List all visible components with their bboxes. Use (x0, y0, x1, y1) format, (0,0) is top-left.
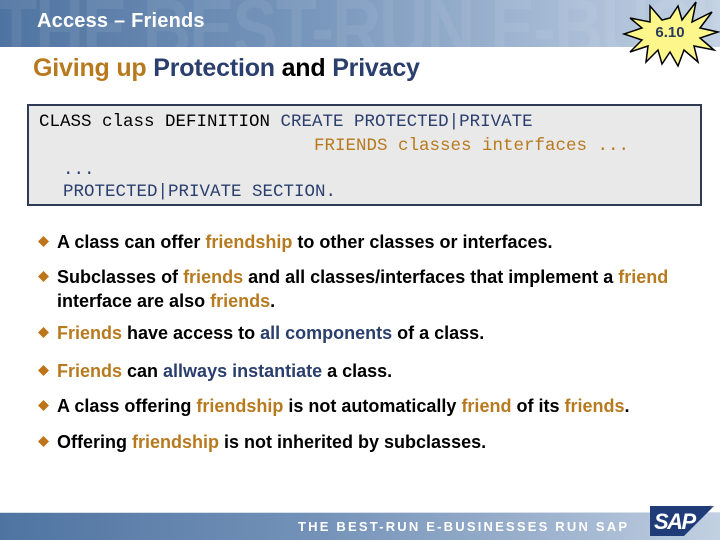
bullet-segment-black: and all classes/interfaces that implemen… (243, 267, 619, 287)
code-line-1: CLASS class DEFINITION CREATE PROTECTED|… (39, 112, 533, 132)
bullet-text: Offering friendship is not inherited by … (57, 430, 707, 454)
diamond-icon (38, 365, 49, 376)
code-line-4: PROTECTED|PRIVATE SECTION. (63, 182, 337, 202)
bullet-segment-black: have access to (122, 323, 261, 343)
slide-number: 6.10 (655, 24, 685, 41)
code-line-3: ... (63, 160, 95, 180)
bullet-text: Friends have access to all components of… (57, 321, 707, 345)
footer-slogan: THE BEST-RUN E-BUSINESSES RUN SAP (298, 519, 630, 534)
title-part-and: and (274, 54, 333, 82)
code-keyword-class-definition: CLASS class DEFINITION (39, 112, 281, 132)
bullet-segment-orange: friends (564, 396, 625, 416)
diamond-icon (38, 236, 49, 247)
code-keyword-create: CREATE PROTECTED|PRIVATE (280, 112, 533, 132)
bullet-segment-black: can (122, 361, 164, 381)
slide-title: Giving up Protection and Privacy (33, 54, 420, 83)
bullet-segment-black: Offering (57, 432, 132, 452)
bullet-segment-navy: all components (260, 323, 393, 343)
bullet-segment-orange: friendship (205, 232, 293, 252)
bullet-segment-black: . (270, 291, 276, 311)
diamond-icon (38, 436, 49, 447)
slide-number-badge: 6.10 (620, 0, 720, 68)
bullet-segment-black: interface are also (57, 291, 211, 311)
code-box: CLASS class DEFINITION CREATE PROTECTED|… (27, 104, 702, 206)
bullet-text: Friends can allways instantiate a class. (57, 359, 707, 383)
bullet-segment-black: of its (511, 396, 565, 416)
bullet-segment-orange: friend (618, 267, 669, 287)
bullet-segment-black: A class offering (57, 396, 197, 416)
title-part-giving-up: Giving up (33, 54, 154, 82)
bullet-segment-black: is not automatically (283, 396, 462, 416)
bullet-segment-orange: friendship (196, 396, 284, 416)
bullet-segment-black: a class. (322, 361, 393, 381)
bullet-text: Subclasses of friends and all classes/in… (57, 265, 707, 313)
bullet-segment-navy: allways instantiate (163, 361, 323, 381)
bullet-segment-orange: Friends (57, 361, 123, 381)
diamond-icon (38, 327, 49, 338)
bullet-segment-orange: friends (183, 267, 244, 287)
bullet-segment-black: of a class. (392, 323, 485, 343)
title-part-protection: Protection (153, 54, 275, 82)
bullet-segment-black: is not inherited by subclasses. (219, 432, 487, 452)
bullet-segment-black: . (624, 396, 630, 416)
bullet-segment-orange: Friends (57, 323, 123, 343)
bullet-text: A class offering friendship is not autom… (57, 394, 707, 418)
bullet-segment-orange: friends (210, 291, 271, 311)
bullet-segment-black: A class can offer (57, 232, 206, 252)
diamond-icon (38, 271, 49, 282)
code-line-2: FRIENDS classes interfaces ... (314, 136, 630, 156)
bullet-text: A class can offer friendship to other cl… (57, 230, 707, 254)
header-band: THE BEST-RUN E-BUSINESSES Access – Frien… (0, 0, 720, 47)
title-part-privacy: Privacy (332, 54, 420, 82)
diamond-icon (38, 400, 49, 411)
bullet-segment-black: to other classes or interfaces. (292, 232, 553, 252)
bullet-segment-black: Subclasses of (57, 267, 184, 287)
header-title: Access – Friends (37, 10, 205, 32)
sap-logo: SAP (650, 506, 714, 536)
bullet-segment-orange: friendship (132, 432, 220, 452)
bullet-segment-orange: friend (461, 396, 512, 416)
trademark: ™ (709, 505, 714, 511)
sap-logo-text: SAP (654, 509, 696, 534)
